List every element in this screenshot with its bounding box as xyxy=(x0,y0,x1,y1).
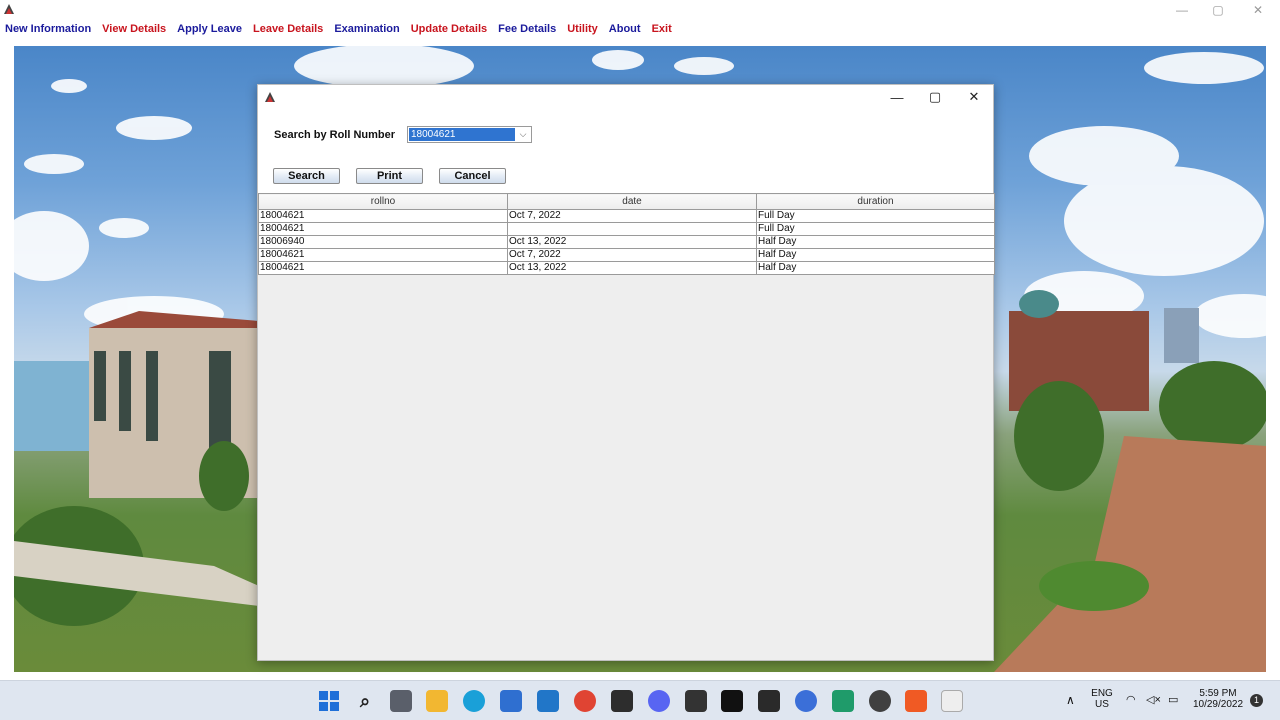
dialog-minimize-icon[interactable]: — xyxy=(878,85,916,109)
volume-muted-icon[interactable]: ◁× xyxy=(1146,693,1161,706)
table-cell-rollno: 18004621 xyxy=(258,261,508,275)
menu-item-apply-leave[interactable]: Apply Leave xyxy=(177,23,242,35)
clock-time: 5:59 PM xyxy=(1199,688,1237,699)
table-cell-duration: Full Day xyxy=(756,209,995,223)
clock-date: 10/29/2022 xyxy=(1192,699,1244,710)
table-cell-date: Oct 13, 2022 xyxy=(507,261,757,275)
windows-start-icon[interactable] xyxy=(318,690,340,712)
table-cell-duration: Half Day xyxy=(756,248,995,262)
chrome-icon[interactable] xyxy=(574,690,596,712)
table-cell-duration: Half Day xyxy=(756,261,995,275)
close-icon[interactable]: ✕ xyxy=(1240,0,1276,20)
table-cell-rollno: 18004621 xyxy=(258,209,508,223)
todo-icon[interactable] xyxy=(795,690,817,712)
edge-browser-icon[interactable] xyxy=(463,690,485,712)
nvidia-icon[interactable] xyxy=(611,690,633,712)
intellij-icon[interactable] xyxy=(721,690,743,712)
leave-details-table: rollno date duration 18004621 Oct 7, 2022 Fu… xyxy=(258,193,995,275)
vscode-icon[interactable] xyxy=(537,690,559,712)
table-row[interactable]: 18004621 Full Day xyxy=(258,222,995,236)
table-row[interactable]: 18004621 Oct 7, 2022 Full Day xyxy=(258,209,995,223)
menu-item-examination[interactable]: Examination xyxy=(334,23,399,35)
roll-number-combobox[interactable]: 18004621 ⌵ xyxy=(407,126,532,143)
table-cell-date: Oct 7, 2022 xyxy=(507,209,757,223)
java-app-icon xyxy=(2,2,16,16)
wifi-icon[interactable]: ◠ xyxy=(1126,693,1136,706)
table-cell-date xyxy=(507,222,757,236)
battery-icon[interactable]: ▭ xyxy=(1168,693,1178,706)
column-header-rollno[interactable]: rollno xyxy=(258,193,508,210)
search-by-roll-label: Search by Roll Number xyxy=(274,129,396,141)
maximize-icon[interactable]: ▢ xyxy=(1200,0,1236,20)
menu-item-leave-details[interactable]: Leave Details xyxy=(253,23,323,35)
table-cell-date: Oct 13, 2022 xyxy=(507,235,757,249)
menu-item-new-information[interactable]: New Information xyxy=(5,23,91,35)
table-cell-duration: Half Day xyxy=(756,235,995,249)
windows-taskbar: ⌕ ∧ ENG US ◠ ◁× ▭ 5:59 PM 10/29/2022 1 xyxy=(0,680,1280,720)
menu-item-view-details[interactable]: View Details xyxy=(102,23,166,35)
discord-icon[interactable] xyxy=(648,690,670,712)
menu-item-fee-details[interactable]: Fee Details xyxy=(498,23,556,35)
main-window-titlebar: — ▢ ✕ xyxy=(0,0,1280,20)
table-row[interactable]: 18006940 Oct 13, 2022 Half Day xyxy=(258,235,995,249)
menu-item-update-details[interactable]: Update Details xyxy=(411,23,487,35)
chevron-down-icon[interactable]: ⌵ xyxy=(515,127,531,142)
table-row[interactable]: 18004621 Oct 7, 2022 Half Day xyxy=(258,248,995,262)
table-cell-date: Oct 7, 2022 xyxy=(507,248,757,262)
leave-details-dialog: — ▢ ✕ Search by Roll Number 18004621 ⌵ S… xyxy=(257,84,995,661)
language-indicator[interactable]: ENG US xyxy=(1088,688,1116,710)
roll-number-selected: 18004621 xyxy=(408,127,516,142)
show-hidden-icons-icon[interactable]: ∧ xyxy=(1066,693,1075,707)
notion-icon[interactable] xyxy=(758,690,780,712)
column-header-duration[interactable]: duration xyxy=(756,193,995,210)
dialog-close-icon[interactable]: ✕ xyxy=(955,85,993,109)
dialog-titlebar: — ▢ ✕ xyxy=(258,85,993,109)
table-cell-duration: Full Day xyxy=(756,222,995,236)
java-app-icon xyxy=(263,90,277,104)
print-button[interactable]: Print xyxy=(356,168,423,184)
cancel-button[interactable]: Cancel xyxy=(439,168,506,184)
table-row[interactable]: 18004621 Oct 13, 2022 Half Day xyxy=(258,261,995,275)
obs-icon[interactable] xyxy=(869,690,891,712)
search-icon[interactable]: ⌕ xyxy=(354,690,376,712)
visual-studio-icon[interactable] xyxy=(832,690,854,712)
menu-item-exit[interactable]: Exit xyxy=(652,23,672,35)
brave-icon[interactable] xyxy=(905,690,927,712)
clock[interactable]: 5:59 PM 10/29/2022 xyxy=(1190,688,1246,710)
task-view-icon[interactable] xyxy=(390,690,412,712)
dialog-maximize-icon[interactable]: ▢ xyxy=(916,85,954,109)
column-header-date[interactable]: date xyxy=(507,193,757,210)
terminal-icon[interactable] xyxy=(685,690,707,712)
region-text: US xyxy=(1095,699,1109,710)
menu-bar: New Information View Details Apply Leave Le… xyxy=(0,20,1280,38)
table-cell-rollno: 18004621 xyxy=(258,248,508,262)
file-explorer-icon[interactable] xyxy=(426,690,448,712)
language-text: ENG xyxy=(1091,688,1113,699)
table-cell-rollno: 18004621 xyxy=(258,222,508,236)
minimize-icon[interactable]: — xyxy=(1164,0,1200,20)
notification-badge[interactable]: 1 xyxy=(1250,694,1263,707)
store-icon[interactable] xyxy=(500,690,522,712)
menu-item-about[interactable]: About xyxy=(609,23,641,35)
table-cell-rollno: 18006940 xyxy=(258,235,508,249)
search-button[interactable]: Search xyxy=(273,168,340,184)
java-app-taskbar-icon[interactable] xyxy=(941,690,963,712)
menu-item-utility[interactable]: Utility xyxy=(567,23,598,35)
